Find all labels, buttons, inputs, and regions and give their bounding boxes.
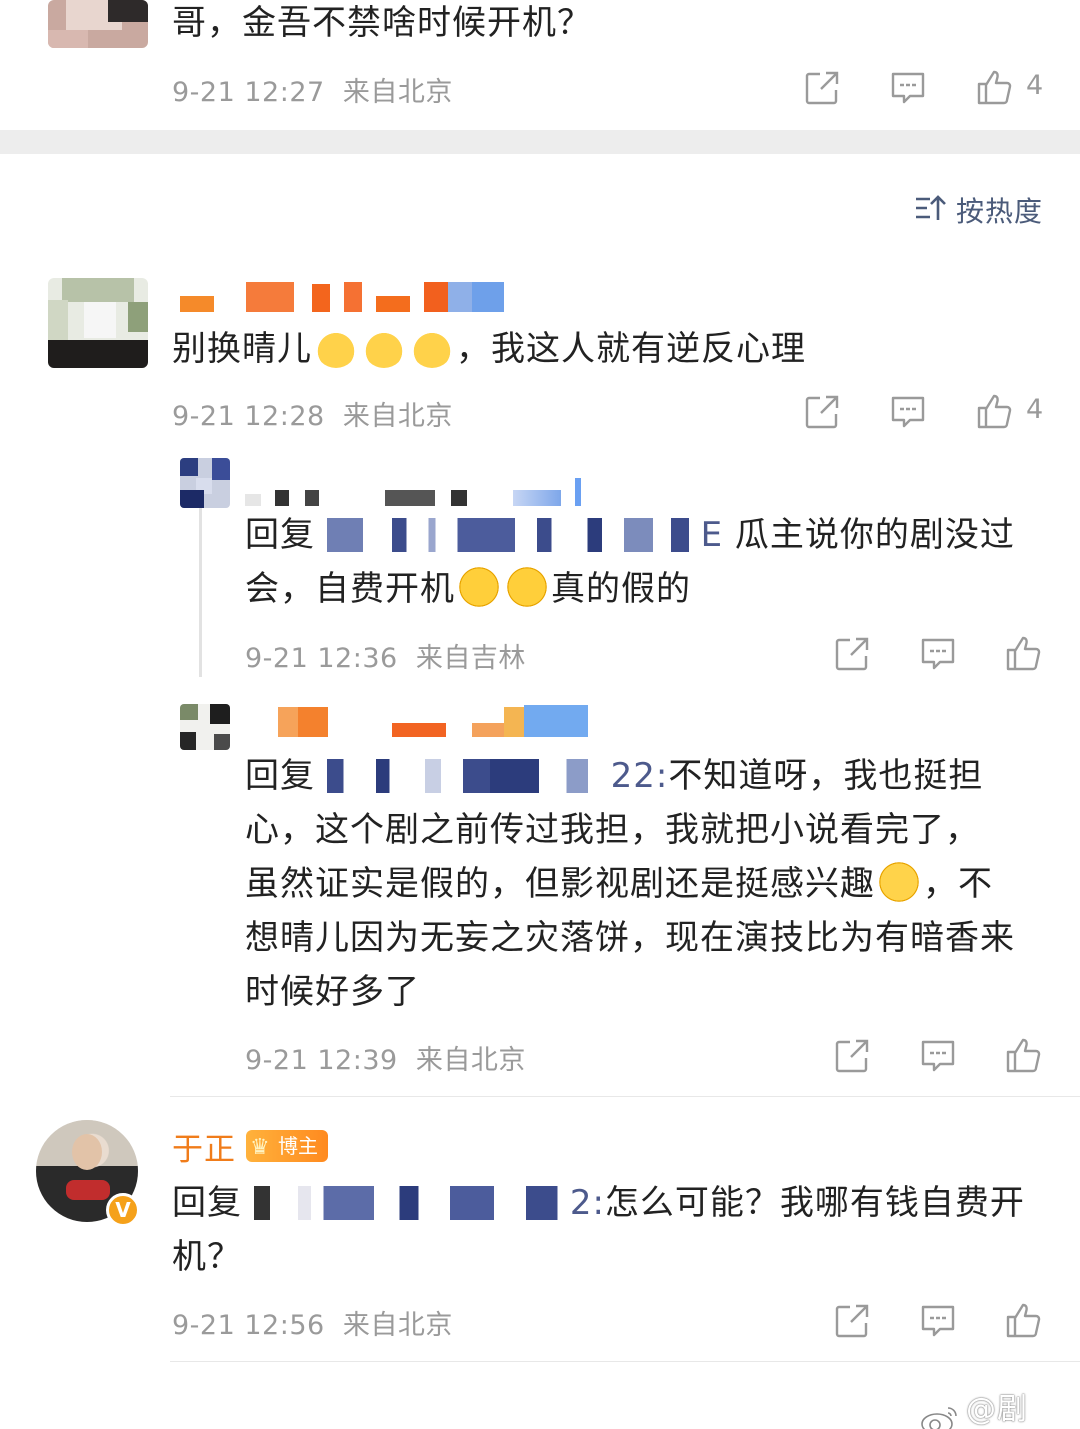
weibo-logo-icon — [920, 1404, 960, 1429]
reply-text: 回复 22:不知道呀，我也挺担 心，这个剧之前传过我担，我就把小说看完了， 虽然… — [245, 756, 1015, 1012]
sort-button[interactable]: 按热度 — [914, 190, 1043, 230]
reply-text: 回复 2:怎么可能？我哪有钱自费开 机？ — [172, 1183, 1025, 1277]
crying-laughing-emoji — [506, 566, 548, 608]
mention-redacted[interactable] — [326, 518, 689, 552]
avatar-redacted[interactable] — [48, 0, 148, 48]
share-icon[interactable] — [834, 636, 870, 672]
mention-redacted[interactable] — [253, 1186, 570, 1220]
reply-meta: 9-21 12:56 来自北京 — [172, 1310, 453, 1341]
share-icon[interactable] — [834, 1303, 870, 1339]
share-icon[interactable] — [804, 394, 840, 430]
like-icon[interactable] — [1004, 1036, 1042, 1074]
crying-laughing-emoji — [458, 566, 500, 608]
share-icon[interactable] — [804, 70, 840, 106]
avatar-redacted[interactable] — [48, 278, 148, 368]
like-icon[interactable] — [1004, 634, 1042, 672]
mention-redacted[interactable] — [326, 759, 599, 793]
share-icon[interactable] — [834, 1038, 870, 1074]
avatar-redacted[interactable] — [180, 704, 230, 750]
like-icon[interactable] — [975, 68, 1013, 106]
username-redacted[interactable] — [278, 705, 588, 737]
comment-separator — [170, 1361, 1080, 1362]
sort-label: 按热度 — [956, 195, 1044, 228]
author-name[interactable]: 于正 — [172, 1124, 236, 1169]
comment-icon[interactable] — [920, 1038, 956, 1074]
avatar-redacted[interactable] — [180, 458, 230, 508]
comment-meta: 9-21 12:27 来自北京 — [172, 77, 453, 108]
host-badge: ♛ 博主 — [246, 1130, 328, 1162]
username-redacted[interactable] — [180, 280, 504, 312]
angel-emoji — [363, 326, 405, 368]
comment-icon[interactable] — [920, 1303, 956, 1339]
reply-text: 回复 E 瓜主说你的剧没过 会，自费开机 真的假的 — [245, 515, 1015, 609]
comment-separator — [170, 1096, 1080, 1097]
sort-hot-icon — [914, 193, 946, 227]
comment-icon[interactable] — [890, 394, 926, 430]
reply-meta: 9-21 12:39 来自北京 — [245, 1045, 526, 1076]
thread-line — [199, 505, 202, 677]
weibo-watermark: @剧MM — [920, 1384, 1080, 1429]
verified-badge-icon: V — [106, 1193, 140, 1227]
comment-icon[interactable] — [920, 636, 956, 672]
like-icon[interactable] — [1004, 1301, 1042, 1339]
like-count: 4 — [1026, 394, 1044, 425]
section-divider — [0, 130, 1080, 154]
comment-text: 别换晴儿 ，我这人就有逆反心理 — [172, 322, 806, 376]
worried-emoji — [878, 861, 920, 903]
reply-meta: 9-21 12:36 来自吉林 — [245, 643, 526, 674]
username-redacted[interactable] — [245, 462, 581, 506]
like-icon[interactable] — [975, 392, 1013, 430]
crown-icon: ♛ — [250, 1135, 270, 1160]
comment-icon[interactable] — [890, 70, 926, 106]
angel-emoji — [411, 326, 453, 368]
angel-emoji — [315, 326, 357, 368]
comment-text: 哥，金吾不禁啥时候开机？ — [172, 3, 592, 43]
like-count: 4 — [1026, 70, 1044, 101]
comment-meta: 9-21 12:28 来自北京 — [172, 401, 453, 432]
